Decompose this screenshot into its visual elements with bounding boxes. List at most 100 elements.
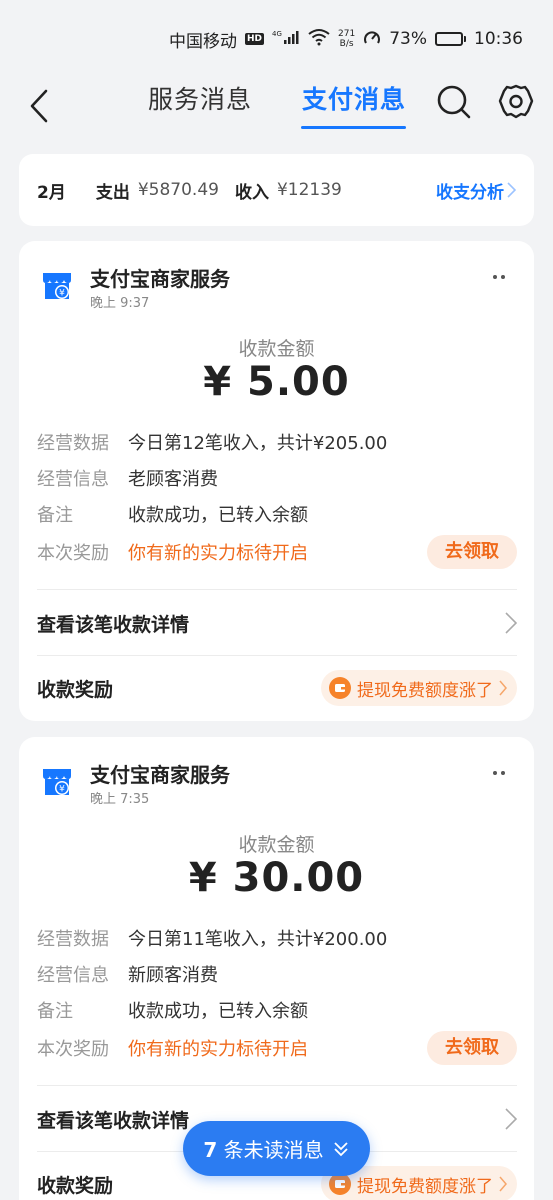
unread-label: 条未读消息 <box>223 1138 324 1162</box>
divider <box>37 1085 517 1086</box>
back-button[interactable] <box>22 84 56 128</box>
speed-value: 271 <box>338 29 356 39</box>
chevron-right-icon <box>507 182 516 198</box>
detail-key: 本次奖励 <box>37 543 109 564</box>
view-details-label: 查看该笔收款详情 <box>37 1109 190 1132</box>
monthly-summary: 2月 支出 ¥5870.49 收入 ¥12139 收支分析 <box>19 154 534 226</box>
network-speed: 271 B/s <box>338 29 355 49</box>
network-type: 4G <box>272 30 282 38</box>
chevron-right-icon <box>505 612 517 634</box>
detail-row: 经营信息 新顾客消费 <box>37 956 517 992</box>
withdraw-promo-button[interactable]: 提现免费额度涨了 <box>321 670 517 706</box>
expense-value: ¥5870.49 <box>137 180 219 200</box>
detail-value: 今日第11笔收入，共计¥200.00 <box>128 929 388 950</box>
payment-message-card: ¥ 支付宝商家服务 晚上 9:37 收款金额 ¥ 5.00 经营数据 今日第12… <box>19 241 534 721</box>
detail-row: 备注 收款成功，已转入余额 <box>37 992 517 1028</box>
promo-text: 提现免费额度涨了 <box>357 680 493 701</box>
speed-unit: B/s <box>339 39 354 49</box>
wallet-icon <box>329 677 351 699</box>
detail-value: 收款成功，已转入余额 <box>128 1001 308 1022</box>
dot-icon <box>493 771 497 775</box>
svg-text:¥: ¥ <box>59 785 65 795</box>
chevron-right-icon <box>499 1176 507 1192</box>
detail-key: 备注 <box>37 1001 73 1022</box>
unread-count: 7 <box>203 1138 218 1162</box>
hd-badge: HD <box>245 33 265 45</box>
analysis-link-label: 收支分析 <box>436 182 504 203</box>
message-time: 晚上 7:35 <box>90 792 150 807</box>
search-button[interactable] <box>435 82 473 122</box>
detail-key: 备注 <box>37 505 73 526</box>
amount-label: 收款金额 <box>238 834 315 856</box>
svg-text:¥: ¥ <box>59 289 65 299</box>
detail-value: 收款成功，已转入余额 <box>128 505 308 526</box>
income-expense-analysis-link[interactable]: 收支分析 <box>436 178 516 203</box>
status-bar: 中国移动 HD 4G 271 B/s 73% 10:36 <box>0 0 553 78</box>
battery-icon <box>435 32 466 46</box>
battery-percent: 73% <box>389 29 427 49</box>
dot-icon <box>493 275 497 279</box>
search-icon <box>437 85 471 119</box>
detail-key: 经营数据 <box>37 433 109 454</box>
detail-row: 备注 收款成功，已转入余额 <box>37 496 517 532</box>
amount-label: 收款金额 <box>238 338 315 360</box>
divider <box>37 589 517 590</box>
back-arrow-icon <box>30 89 48 123</box>
merchant-store-icon: ¥ <box>43 273 71 299</box>
income-label: 收入 <box>234 182 269 203</box>
promo-text: 提现免费额度涨了 <box>357 1176 493 1197</box>
claim-button[interactable]: 去领取 <box>427 535 517 569</box>
view-payment-details-link[interactable]: 查看该笔收款详情 <box>37 591 517 655</box>
payment-reward-label: 收款奖励 <box>37 678 114 701</box>
detail-value: 今日第12笔收入，共计¥205.00 <box>128 433 388 454</box>
amount-value: ¥ 30.00 <box>188 855 365 901</box>
more-options-button[interactable] <box>486 765 512 781</box>
claim-button[interactable]: 去领取 <box>427 1031 517 1065</box>
income-value: ¥12139 <box>276 180 342 200</box>
summary-month: 2月 <box>37 182 66 203</box>
merchant-name: 支付宝商家服务 <box>90 763 230 787</box>
wallet-icon <box>329 1173 351 1195</box>
active-tab-indicator <box>301 126 406 129</box>
payment-reward-row: 收款奖励 提现免费额度涨了 <box>37 656 517 720</box>
detail-key: 经营数据 <box>37 929 109 950</box>
chevron-right-icon <box>499 680 507 696</box>
dot-icon <box>501 275 505 279</box>
detail-list: 经营数据 今日第11笔收入，共计¥200.00 经营信息 新顾客消费 备注 收款… <box>37 920 517 1068</box>
tab-payment-messages[interactable]: 支付消息 <box>302 80 406 116</box>
carrier-name: 中国移动 <box>169 31 237 52</box>
expense-label: 支出 <box>95 182 130 203</box>
settings-button[interactable] <box>497 82 535 122</box>
gear-icon <box>498 84 534 119</box>
detail-value: 老顾客消费 <box>128 469 218 490</box>
message-time: 晚上 9:37 <box>90 296 150 311</box>
unread-messages-button[interactable]: 7 条未读消息 <box>183 1121 370 1176</box>
detail-key: 经营信息 <box>37 469 109 490</box>
clock: 10:36 <box>474 29 523 49</box>
reward-value: 你有新的实力标待开启 <box>128 543 308 564</box>
speedometer-icon <box>363 29 381 50</box>
merchant-name: 支付宝商家服务 <box>90 267 230 291</box>
more-options-button[interactable] <box>486 269 512 285</box>
chevron-right-icon <box>505 1108 517 1130</box>
app-header: 服务消息 支付消息 <box>0 78 553 138</box>
detail-list: 经营数据 今日第12笔收入，共计¥205.00 经营信息 老顾客消费 备注 收款… <box>37 424 517 572</box>
detail-row: 本次奖励 你有新的实力标待开启 去领取 <box>37 532 517 572</box>
dot-icon <box>501 771 505 775</box>
detail-row: 经营信息 老顾客消费 <box>37 460 517 496</box>
signal-icon: 4G <box>272 29 300 50</box>
amount-value: ¥ 5.00 <box>203 359 350 405</box>
detail-value: 新顾客消费 <box>128 965 218 986</box>
view-details-label: 查看该笔收款详情 <box>37 613 190 636</box>
payment-reward-label: 收款奖励 <box>37 1174 114 1197</box>
wifi-icon <box>308 28 330 51</box>
detail-key: 经营信息 <box>37 965 109 986</box>
detail-row: 经营数据 今日第11笔收入，共计¥200.00 <box>37 920 517 956</box>
merchant-store-icon: ¥ <box>43 769 71 795</box>
reward-value: 你有新的实力标待开启 <box>128 1039 308 1060</box>
double-chevron-down-icon <box>334 1141 348 1156</box>
detail-key: 本次奖励 <box>37 1039 109 1060</box>
detail-row: 经营数据 今日第12笔收入，共计¥205.00 <box>37 424 517 460</box>
detail-row: 本次奖励 你有新的实力标待开启 去领取 <box>37 1028 517 1068</box>
tab-service-messages[interactable]: 服务消息 <box>148 80 252 116</box>
